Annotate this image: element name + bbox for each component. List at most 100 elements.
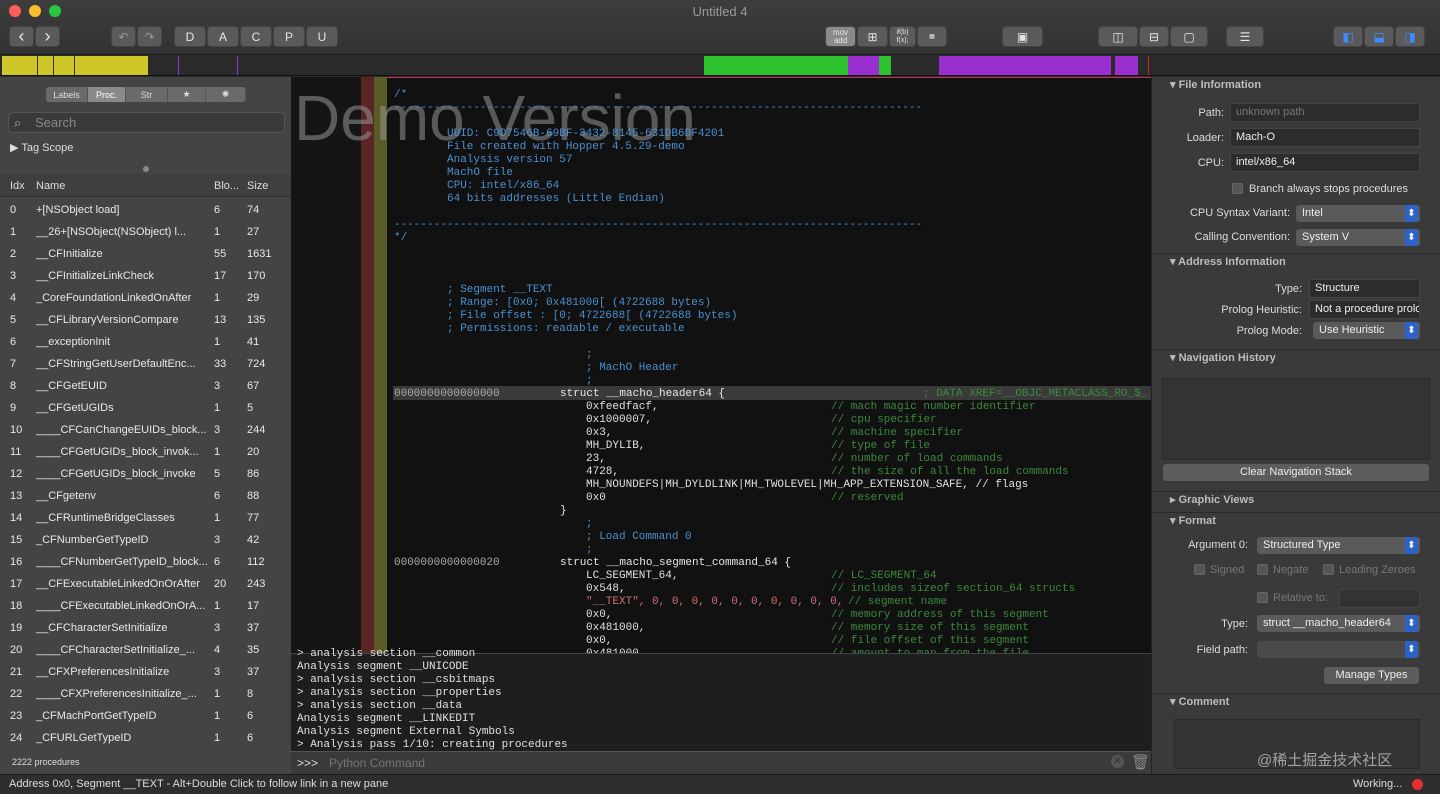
back-button[interactable]: ‹ [9,26,34,47]
col-header-idx[interactable]: Idx [10,180,25,192]
code-line[interactable]: "__TEXT", 0, 0, 0, 0, 0, 0, 0, 0, 0, 0, [586,596,843,609]
inspector-button[interactable]: ☰ [1226,26,1264,47]
table-row[interactable]: 2 __CFInitialize 55 1631 [0,243,291,265]
argument-select[interactable]: Structured Type [1257,537,1420,554]
code-line[interactable]: } [560,505,567,518]
table-row[interactable]: 6 __exceptionInit 1 41 [0,331,291,353]
tab-tags[interactable]: ✺ [206,87,246,102]
code-line[interactable]: // number of load commands [831,453,1003,466]
table-row[interactable]: 11 ____CFGetUGIDs_block_invok... 1 20 [0,441,291,463]
code-line[interactable]: // machine specifier [831,427,963,440]
navigation-history-list[interactable] [1162,378,1430,460]
relative-checkbox[interactable] [1257,592,1268,603]
toggle-right-pane-button[interactable]: ◨ [1395,26,1425,47]
table-row[interactable]: 15 _CFNumberGetTypeID 3 42 [0,529,291,551]
syntax-select[interactable]: Intel [1296,205,1420,222]
code-line[interactable]: // type of file [831,440,930,453]
cfg-mode-button[interactable]: ⊞ [857,26,888,47]
table-row[interactable]: 18 ____CFExecutableLinkedOnOrA... 1 17 [0,595,291,617]
code-line[interactable]: CPU: intel/x86_64 [447,180,559,193]
code-line[interactable]: Analysis version 57 [447,154,572,167]
table-row[interactable]: 12 ____CFGetUGIDs_block_invoke 5 86 [0,463,291,485]
section-comment[interactable]: ▾ Comment [1152,693,1440,713]
table-row[interactable]: 7 __CFStringGetUserDefaultEnc... 33 724 [0,353,291,375]
code-line[interactable]: // segment name [848,596,947,609]
code-line[interactable]: ; Permissions: readable / executable [447,323,685,336]
code-line[interactable]: ; MachO Header [586,362,678,375]
table-row[interactable]: 17 __CFExecutableLinkedOnOrAfter 20 243 [0,573,291,595]
tab-procedures[interactable]: Proc. [88,87,126,102]
code-line[interactable]: /* [394,89,407,102]
code-line[interactable]: 0x0 [586,492,606,505]
code-line[interactable]: // file offset of this segment [831,635,1029,648]
tab-bookmarks[interactable]: ★ [168,87,206,102]
python-command-input[interactable] [329,754,1109,772]
signed-checkbox[interactable] [1194,564,1205,575]
tab-strings[interactable]: Str [126,87,168,102]
type-field[interactable]: Structure [1309,279,1420,298]
manage-types-button[interactable]: Manage Types [1324,667,1419,684]
code-line[interactable]: 0000000000000020 [394,557,500,570]
table-row[interactable]: 24 _CFURLGetTypeID 1 6 [0,727,291,749]
code-line[interactable]: ; Load Command 0 [586,531,692,544]
section-graphic-views[interactable]: ▸ Graphic Views [1152,491,1440,511]
prolog-mode-select[interactable]: Use Heuristic [1313,322,1420,339]
info-pane-button[interactable]: ▢ [1170,26,1208,47]
section-file-information[interactable]: ▾ File Information [1152,77,1440,97]
code-line[interactable]: // memory size of this segment [831,622,1029,635]
ascii-button[interactable]: A [207,26,239,47]
split-handle[interactable] [143,166,149,172]
code-line[interactable]: ; DATA XREF=__OBJC_METACLASS_RO_$_ [923,388,1147,401]
table-row[interactable]: 4 _CoreFoundationLinkedOnAfter 1 29 [0,287,291,309]
code-line[interactable]: 23, [586,453,606,466]
clear-input-icon[interactable]: ✕ [1111,755,1124,768]
calling-select[interactable]: System V [1296,229,1420,246]
code-line[interactable]: struct __macho_segment_command_64 { [560,557,791,570]
code-line[interactable]: 0x0, [586,609,612,622]
section-address-information[interactable]: ▾ Address Information [1152,253,1440,273]
code-line[interactable]: ; Range: [0x0; 0x481000[ (4722688 bytes) [447,297,711,310]
code-line[interactable]: 0x548, [586,583,626,596]
forward-button[interactable]: › [35,26,60,47]
cpu-button[interactable]: ▣ [1002,26,1043,47]
table-row[interactable]: 14 __CFRuntimeBridgeClasses 1 77 [0,507,291,529]
hex-mode-button[interactable]: ▦ [917,26,947,47]
split-vertical-button[interactable]: ◫ [1098,26,1138,47]
trash-icon[interactable]: 🗑 [1131,753,1150,771]
table-row[interactable]: 3 __CFInitializeLinkCheck 17 170 [0,265,291,287]
code-line[interactable]: */ [394,232,407,245]
search-input[interactable]: Search [8,112,285,133]
code-line[interactable]: // the size of all the load commands [831,466,1069,479]
data-button[interactable]: D [174,26,206,47]
procedure-button[interactable]: P [273,26,305,47]
branch-checkbox[interactable] [1232,183,1243,194]
code-line[interactable]: MH_DYLIB, [586,440,645,453]
col-header-blocks[interactable]: Blo... [214,180,239,192]
code-line[interactable]: ; [586,518,593,531]
code-line[interactable]: 4728, [586,466,619,479]
code-line[interactable]: MH_NOUNDEFS|MH_DYLDLINK|MH_TWOLEVEL|MH_A… [586,479,1028,492]
code-line[interactable]: ; Segment __TEXT [447,284,553,297]
tag-scope-toggle[interactable]: ▶ Tag Scope [10,141,73,154]
redo-button[interactable]: ↷ [137,26,162,47]
code-line[interactable]: 0000000000000000 [394,388,500,401]
table-row[interactable]: 21 __CFXPreferencesInitialize 3 37 [0,661,291,683]
code-line[interactable]: ----------------------------------------… [394,219,922,232]
path-field[interactable]: unknown path [1230,103,1420,122]
code-line[interactable]: ; [586,544,593,557]
code-line[interactable]: // reserved [831,492,904,505]
table-row[interactable]: 16 ____CFNumberGetTypeID_block... 6 112 [0,551,291,573]
undefined-button[interactable]: U [306,26,338,47]
toggle-bottom-pane-button[interactable]: ⬓ [1364,26,1394,47]
table-row[interactable]: 22 ____CFXPreferencesInitialize_... 1 8 [0,683,291,705]
negate-checkbox[interactable] [1257,564,1268,575]
code-line[interactable]: // memory address of this segment [831,609,1049,622]
code-button[interactable]: C [240,26,272,47]
clear-navigation-button[interactable]: Clear Navigation Stack [1163,464,1429,481]
code-line[interactable]: // LC_SEGMENT_64 [831,570,937,583]
code-line[interactable]: struct __macho_header64 { [560,388,725,401]
code-line[interactable]: 0xfeedfacf, [586,401,659,414]
code-line[interactable]: UUID: C9D7546B-69BF-3432-8145-631DB6DF42… [447,128,724,141]
code-line[interactable]: LC_SEGMENT_64, [586,570,678,583]
disassembly-view[interactable]: Demo Version /* -------------------------… [291,77,1151,660]
